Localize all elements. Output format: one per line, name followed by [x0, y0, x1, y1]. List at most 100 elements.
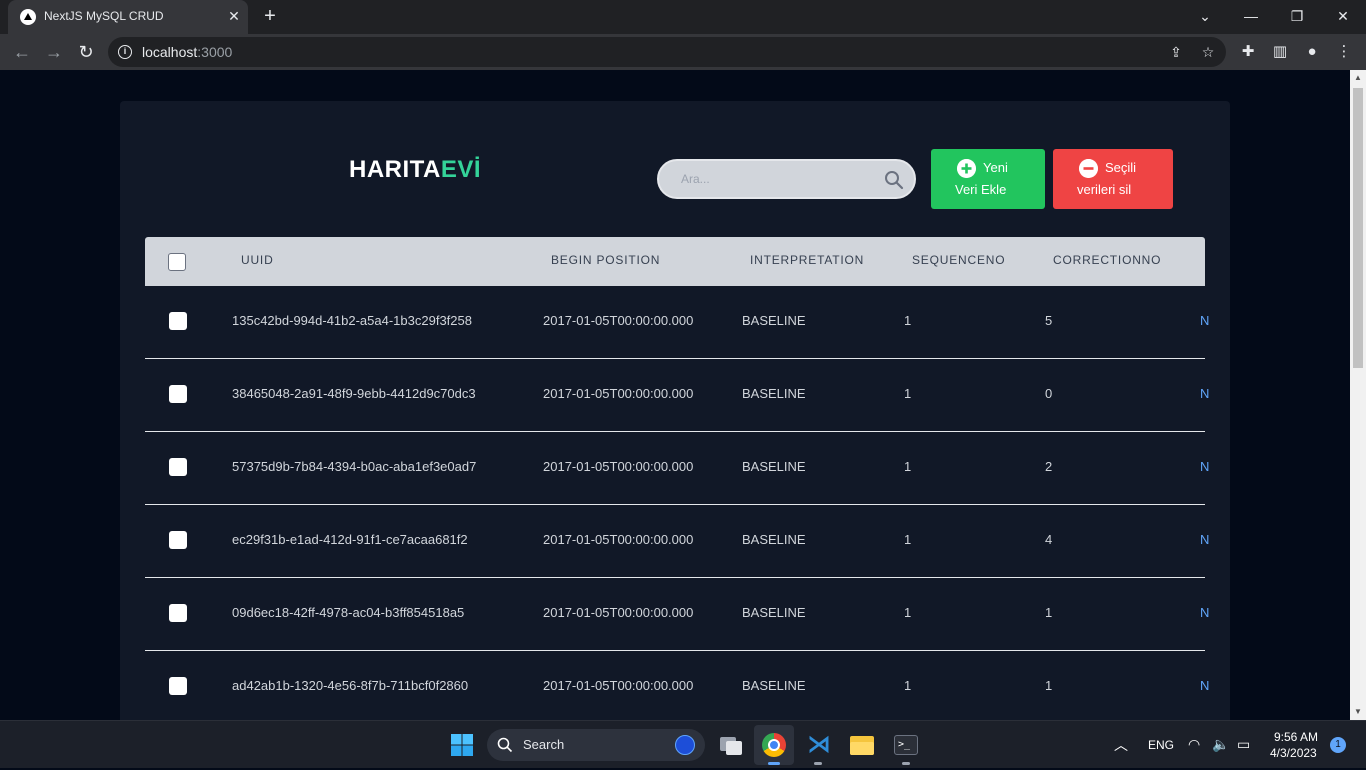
select-all-checkbox[interactable] [168, 253, 186, 271]
page-viewport: HARITAEVİ Yeni Veri Ekle Seçili veri [0, 70, 1350, 720]
tab-search-chevron-icon[interactable]: ⌄ [1187, 4, 1223, 28]
file-explorer-icon[interactable] [842, 725, 882, 765]
table-row[interactable]: 135c42bd-994d-41b2-a5a4-1b3c29f3f258 201… [145, 286, 1209, 359]
table-row[interactable]: ec29f31b-e1ad-412d-91f1-ce7acaa681f2 201… [145, 505, 1209, 578]
page-scrollbar[interactable]: ▲ ▼ [1350, 70, 1366, 720]
cell-truncated: N [1200, 459, 1210, 474]
cell-truncated: N [1200, 313, 1210, 328]
close-window-button[interactable]: ✕ [1325, 4, 1361, 28]
cell-begin-position: 2017-01-05T00:00:00.000 [543, 459, 694, 474]
address-bar[interactable]: i localhost:3000 ⇪ ☆ [108, 37, 1226, 67]
profile-avatar-icon[interactable]: ● [1300, 40, 1324, 64]
reload-icon[interactable]: ↻ [72, 38, 100, 66]
language-indicator[interactable]: ENG [1148, 738, 1174, 752]
scroll-up-arrow-icon[interactable]: ▲ [1350, 70, 1366, 86]
tab-strip: NextJS MySQL CRUD ✕ + ⌄ — ❐ ✕ [0, 0, 1366, 34]
search-box [657, 159, 916, 199]
cell-uuid: 57375d9b-7b84-4394-b0ac-aba1ef3e0ad7 [232, 459, 477, 474]
table-row[interactable]: 38465048-2a91-48f9-9ebb-4412d9c70dc3 201… [145, 359, 1209, 432]
cell-interpretation: BASELINE [742, 313, 806, 328]
minus-circle-icon [1079, 159, 1098, 178]
delete-button-line2: verileri sil [1077, 182, 1132, 197]
cell-begin-position: 2017-01-05T00:00:00.000 [543, 532, 694, 547]
side-panel-icon[interactable]: ▥ [1268, 40, 1292, 64]
cell-sequenceno: 1 [904, 605, 912, 620]
cell-begin-position: 2017-01-05T00:00:00.000 [543, 605, 694, 620]
row-checkbox[interactable] [169, 531, 187, 549]
site-info-icon[interactable]: i [118, 45, 132, 59]
clock-time[interactable]: 9:56 AM [1274, 730, 1318, 744]
cell-truncated: N [1200, 605, 1210, 620]
wifi-icon[interactable]: ◠ [1188, 736, 1200, 753]
cell-truncated: N [1200, 532, 1210, 547]
table-row[interactable]: ad42ab1b-1320-4e56-8f7b-711bcf0f2860 201… [145, 651, 1209, 720]
search-icon[interactable] [884, 170, 904, 190]
add-data-button[interactable]: Yeni Veri Ekle [931, 149, 1045, 209]
cell-begin-position: 2017-01-05T00:00:00.000 [543, 386, 694, 401]
cell-interpretation: BASELINE [742, 386, 806, 401]
task-view-icon[interactable] [710, 725, 750, 765]
delete-selected-button[interactable]: Seçili verileri sil [1053, 149, 1173, 209]
scroll-down-arrow-icon[interactable]: ▼ [1350, 704, 1366, 720]
cell-uuid: 38465048-2a91-48f9-9ebb-4412d9c70dc3 [232, 386, 476, 401]
row-checkbox[interactable] [169, 312, 187, 330]
volume-icon[interactable]: 🔈 [1212, 736, 1229, 753]
taskbar-search-box[interactable]: Search [487, 729, 705, 761]
clock-date[interactable]: 4/3/2023 [1270, 746, 1317, 760]
table-row[interactable]: 09d6ec18-42ff-4978-ac04-b3ff854518a5 201… [145, 578, 1209, 651]
add-button-line2: Veri Ekle [955, 182, 1007, 197]
row-checkbox[interactable] [169, 677, 187, 695]
cell-correctionno: 0 [1045, 386, 1053, 401]
bookmark-star-icon[interactable]: ☆ [1198, 42, 1218, 62]
column-header-sequenceno[interactable]: SEQUENCENO [912, 253, 1005, 267]
bing-icon[interactable] [675, 735, 695, 755]
search-icon [497, 737, 513, 753]
cell-interpretation: BASELINE [742, 605, 806, 620]
notification-badge[interactable]: 1 [1330, 737, 1346, 753]
url-text: localhost:3000 [142, 44, 233, 60]
cell-uuid: 09d6ec18-42ff-4978-ac04-b3ff854518a5 [232, 605, 465, 620]
restore-button[interactable]: ❐ [1279, 4, 1315, 28]
chrome-icon[interactable] [754, 725, 794, 765]
nextjs-favicon-icon [20, 9, 36, 25]
close-tab-icon[interactable]: ✕ [224, 6, 244, 26]
taskbar-search-label: Search [523, 737, 565, 752]
row-checkbox[interactable] [169, 604, 187, 622]
cell-correctionno: 4 [1045, 532, 1053, 547]
cell-sequenceno: 1 [904, 678, 912, 693]
main-card: HARITAEVİ Yeni Veri Ekle Seçili veri [120, 101, 1230, 720]
table-row[interactable]: 57375d9b-7b84-4394-b0ac-aba1ef3e0ad7 201… [145, 432, 1209, 505]
cell-sequenceno: 1 [904, 459, 912, 474]
forward-arrow-icon[interactable]: → [40, 38, 68, 66]
cell-correctionno: 2 [1045, 459, 1053, 474]
extensions-icon[interactable]: ✚ [1236, 40, 1260, 64]
terminal-icon[interactable]: >_ [886, 725, 926, 765]
search-input[interactable] [681, 169, 881, 189]
column-header-correctionno[interactable]: CORRECTIONNO [1053, 253, 1161, 267]
battery-icon[interactable]: ▭ [1237, 736, 1250, 753]
cell-uuid: ec29f31b-e1ad-412d-91f1-ce7acaa681f2 [232, 532, 468, 547]
column-header-interpretation[interactable]: INTERPRETATION [750, 253, 864, 267]
row-checkbox[interactable] [169, 385, 187, 403]
tab-title: NextJS MySQL CRUD [44, 9, 164, 23]
add-button-line1: Yeni [983, 160, 1008, 175]
vscode-icon[interactable]: ⋊ [798, 725, 838, 765]
column-header-uuid[interactable]: UUID [241, 253, 274, 267]
browser-tab[interactable]: NextJS MySQL CRUD ✕ [8, 0, 248, 34]
tray-chevron-up-icon[interactable]: ︿ [1114, 735, 1128, 755]
cell-uuid: ad42ab1b-1320-4e56-8f7b-711bcf0f2860 [232, 678, 469, 693]
column-header-begin-position[interactable]: BEGIN POSITION [551, 253, 660, 267]
delete-button-line1: Seçili [1105, 160, 1137, 175]
new-tab-button[interactable]: + [258, 5, 282, 29]
scrollbar-thumb[interactable] [1353, 88, 1363, 368]
browser-toolbar: ← → ↻ i localhost:3000 ⇪ ☆ ✚ ▥ ● ⋮ [0, 34, 1366, 70]
menu-kebab-icon[interactable]: ⋮ [1332, 40, 1356, 64]
windows-start-icon[interactable] [442, 725, 482, 765]
back-arrow-icon[interactable]: ← [8, 38, 36, 66]
share-icon[interactable]: ⇪ [1166, 42, 1186, 62]
cell-begin-position: 2017-01-05T00:00:00.000 [543, 313, 694, 328]
row-checkbox[interactable] [169, 458, 187, 476]
minimize-button[interactable]: — [1233, 4, 1269, 28]
cell-correctionno: 1 [1045, 678, 1053, 693]
cell-uuid: 135c42bd-994d-41b2-a5a4-1b3c29f3f258 [232, 313, 472, 328]
